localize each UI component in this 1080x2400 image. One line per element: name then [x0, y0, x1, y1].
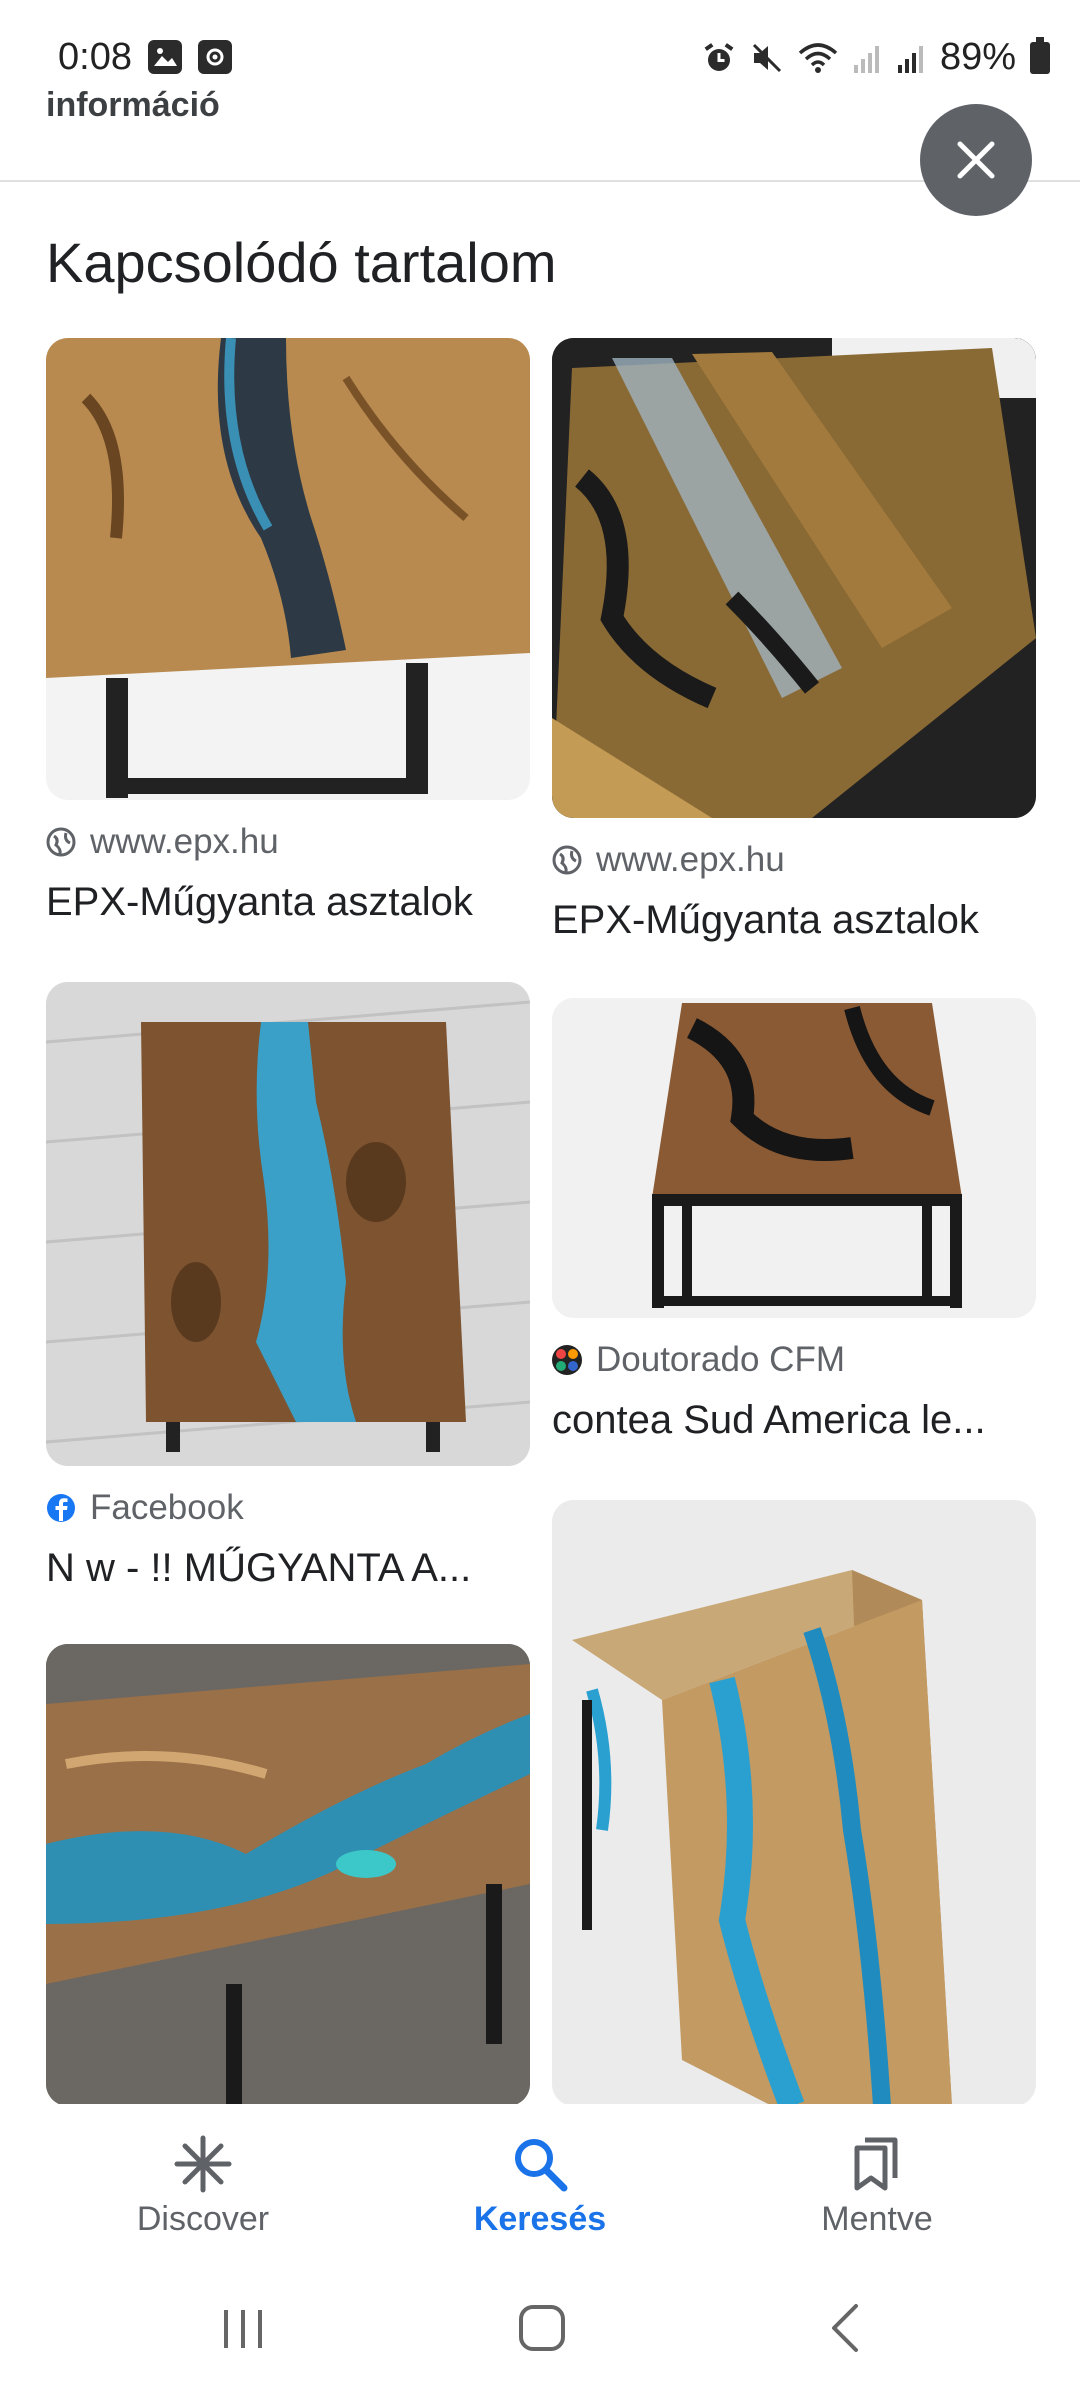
result-image[interactable]	[552, 338, 1036, 818]
header-divider	[0, 180, 1080, 182]
result-title[interactable]: contea Sud America le...	[552, 1398, 1036, 1443]
result-image[interactable]	[46, 1644, 530, 2106]
wifi-icon	[798, 42, 838, 73]
result-image[interactable]	[46, 982, 530, 1466]
joomla-icon	[552, 1345, 582, 1375]
status-bar: 0:08 89%	[0, 0, 1080, 100]
alarm-icon	[704, 42, 734, 71]
result-image[interactable]	[552, 1500, 1036, 2106]
asterisk-icon	[174, 2135, 232, 2193]
close-button[interactable]	[920, 104, 1032, 216]
battery-icon	[1030, 36, 1050, 74]
nav-saved[interactable]: Mentve	[767, 2134, 987, 2239]
home-icon[interactable]	[516, 2302, 568, 2354]
back-icon[interactable]	[826, 2302, 866, 2354]
result-title[interactable]: N w - !! MŰGYANTA A...	[46, 1546, 530, 1591]
globe-icon	[46, 827, 76, 857]
result-source: www.epx.hu	[90, 822, 279, 861]
nav-search[interactable]: Keresés	[430, 2134, 650, 2239]
nav-label: Mentve	[821, 2200, 933, 2238]
page-header-title: információ	[46, 86, 220, 124]
signal-icon	[853, 45, 879, 73]
result-image[interactable]	[46, 338, 530, 800]
result-source: www.epx.hu	[596, 840, 785, 879]
search-icon	[515, 2139, 568, 2192]
result-source: Facebook	[90, 1488, 244, 1527]
bottom-nav: Discover Keresés Mentve	[0, 2104, 1080, 2264]
result-source: Doutorado CFM	[596, 1340, 845, 1379]
mute-icon	[752, 43, 781, 72]
result-title[interactable]: EPX-Műgyanta asztalok	[552, 898, 1036, 943]
recent-apps-icon[interactable]	[218, 2304, 268, 2354]
gallery-icon	[148, 40, 182, 74]
globe-icon	[552, 845, 582, 875]
nav-label: Keresés	[473, 2200, 607, 2238]
bookmarks-icon	[854, 2137, 898, 2191]
nav-discover[interactable]: Discover	[93, 2134, 313, 2239]
screen-record-icon	[198, 40, 232, 74]
close-icon	[957, 141, 995, 179]
status-time: 0:08	[58, 36, 132, 78]
result-title[interactable]: EPX-Műgyanta asztalok	[46, 880, 530, 925]
battery-percent: 89%	[939, 36, 1016, 78]
signal-icon	[897, 45, 923, 73]
facebook-icon	[47, 1494, 75, 1522]
nav-label: Discover	[136, 2200, 270, 2238]
result-image[interactable]	[552, 998, 1036, 1318]
section-title: Kapcsolódó tartalom	[46, 231, 557, 294]
system-nav-bar	[0, 2264, 1080, 2400]
